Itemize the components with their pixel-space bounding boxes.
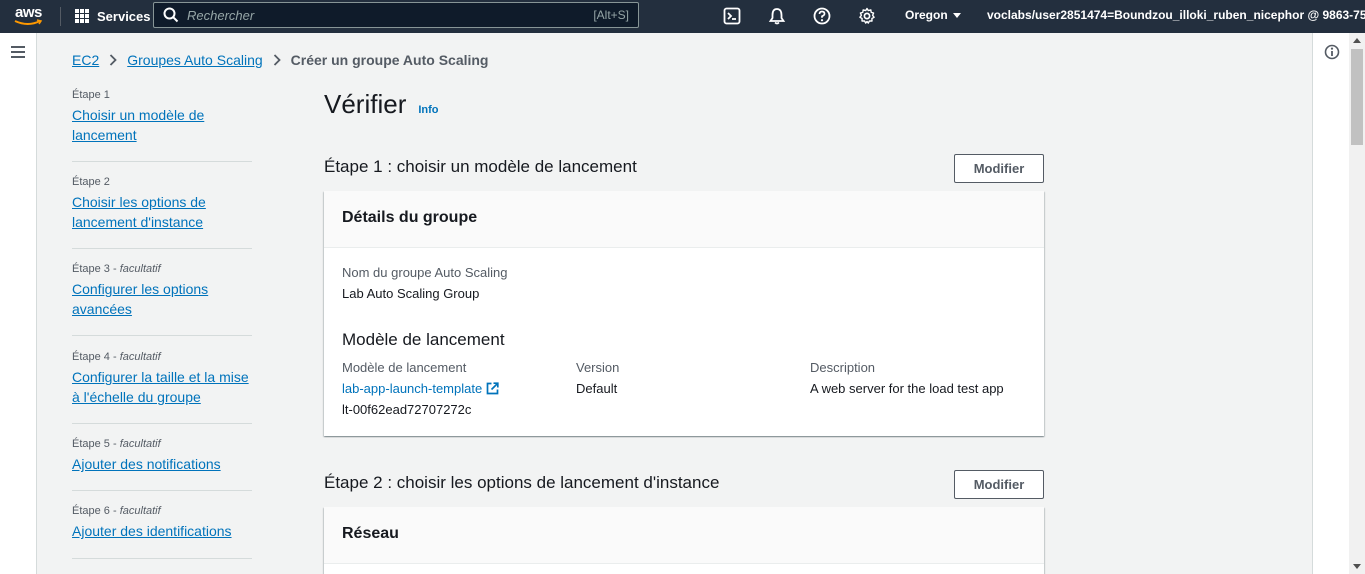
edit-step-2-button[interactable]: Modifier [954,470,1044,499]
hamburger-menu-icon[interactable] [11,46,25,58]
services-menu-button[interactable]: Services [75,6,151,26]
region-selector[interactable]: Oregon [905,8,961,22]
external-link-icon [486,382,499,395]
account-label: voclabs/user2851474=Boundzou_illoki_rube… [987,8,1365,22]
chevron-right-icon [273,54,281,66]
aws-logo[interactable]: aws [14,4,48,28]
step-link[interactable]: Configurer la taille et la mise à l'éche… [72,367,252,407]
chevron-right-icon [110,54,118,66]
wizard-step-1: Étape 1 Choisir un modèle de lancement [72,86,252,162]
edit-step-1-button[interactable]: Modifier [954,154,1044,183]
network-card: Réseau [324,507,1044,574]
wizard-step-4: Étape 4 - facultatif Configurer la taill… [72,336,252,424]
version-value: Default [576,381,618,396]
info-link[interactable]: Info [418,104,438,116]
help-icon[interactable] [813,7,831,25]
step-number-label: Étape 5 - facultatif [72,438,161,450]
breadcrumb-current: Créer un groupe Auto Scaling [290,52,489,68]
breadcrumb-ec2[interactable]: EC2 [72,52,99,68]
search-shortcut-hint: [Alt+S] [593,8,629,22]
step-link[interactable]: Ajouter des notifications [72,454,252,474]
step-link[interactable]: Configurer les options avancées [72,279,252,319]
step-number-label: Étape 1 [72,89,110,101]
section-heading-step-2: Étape 2 : choisir les options de lanceme… [324,473,720,492]
page-scrollbar[interactable] [1349,33,1365,574]
group-details-card: Détails du groupe Nom du groupe Auto Sca… [324,191,1044,436]
wizard-step-2: Étape 2 Choisir les options de lancement… [72,162,252,249]
grid-icon [75,9,89,23]
wizard-steps: Étape 1 Choisir un modèle de lancement É… [72,86,252,559]
group-name-value: Lab Auto Scaling Group [342,286,480,301]
top-navigation: aws Services [Alt+S] [0,0,1365,33]
scroll-down-arrow-icon[interactable] [1353,564,1361,569]
step-number-label: Étape 6 - facultatif [72,505,161,517]
chevron-down-icon [952,12,961,18]
group-name-label: Nom du groupe Auto Scaling [342,265,508,280]
step-link[interactable]: Ajouter des identifications [72,521,252,541]
card-title: Réseau [324,507,1044,564]
wizard-step-6: Étape 6 - facultatif Ajouter des identif… [72,491,252,559]
search-box[interactable]: [Alt+S] [153,2,639,28]
step-link[interactable]: Choisir un modèle de lancement [72,105,252,145]
scroll-up-arrow-icon[interactable] [1353,38,1361,43]
wizard-step-3: Étape 3 - facultatif Configurer les opti… [72,249,252,336]
launch-template-heading: Modèle de lancement [342,330,505,349]
description-label: Description [810,360,876,375]
bell-icon[interactable] [768,7,786,25]
info-panel-icon[interactable] [1324,44,1340,60]
breadcrumb: EC2 Groupes Auto Scaling Créer un groupe… [72,52,489,68]
step-number-label: Étape 3 - facultatif [72,263,161,275]
step-number-label: Étape 2 [72,176,110,188]
card-title: Détails du groupe [324,191,1044,248]
section-heading-step-1: Étape 1 : choisir un modèle de lancement [324,157,637,176]
left-side-rail [0,33,37,574]
cloudshell-icon[interactable] [723,7,741,25]
launch-template-label: Modèle de lancement [342,360,467,375]
services-label: Services [97,8,151,24]
description-value: A web server for the load test app [810,381,1004,396]
settings-gear-icon[interactable] [858,7,876,25]
version-label: Version [576,360,620,375]
region-label: Oregon [905,8,948,22]
step-number-label: Étape 4 - facultatif [72,351,161,363]
nav-divider [60,7,61,26]
search-icon [163,7,179,23]
scroll-thumb[interactable] [1351,49,1363,145]
account-menu[interactable]: voclabs/user2851474=Boundzou_illoki_rube… [987,8,1365,22]
launch-template-link[interactable]: lab-app-launch-template [342,381,499,396]
search-input[interactable] [187,7,567,23]
breadcrumb-auto-scaling-groups[interactable]: Groupes Auto Scaling [127,52,262,68]
step-link[interactable]: Choisir les options de lancement d'insta… [72,192,252,232]
launch-template-id: lt-00f62ead72707272c [342,402,472,417]
page-title: Vérifier Info [324,89,439,119]
wizard-step-5: Étape 5 - facultatif Ajouter des notific… [72,424,252,491]
aws-smile-icon [14,19,43,25]
right-side-rail [1312,33,1349,574]
